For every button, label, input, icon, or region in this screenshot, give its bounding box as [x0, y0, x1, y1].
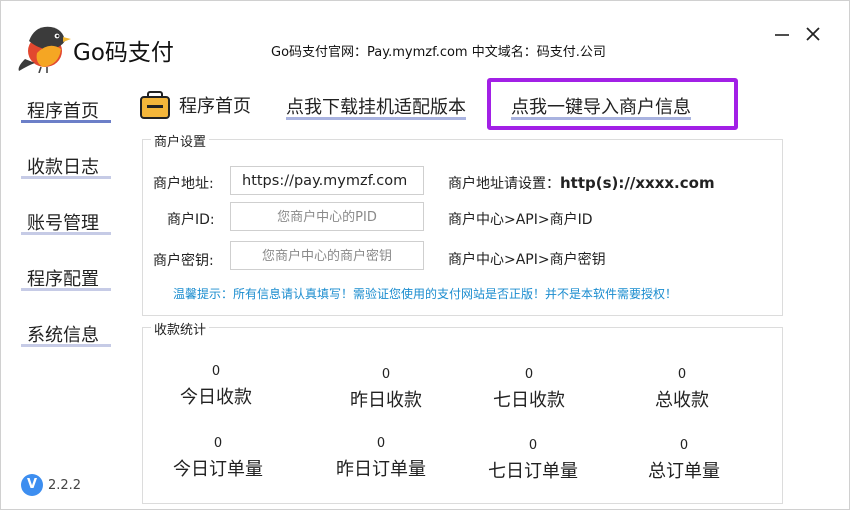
- address-hint-prefix: 商户地址请设置：: [448, 176, 560, 192]
- merchant-settings-group: 商户设置 商户地址: 商户地址请设置：http(s)://xxxx.com 商户…: [142, 131, 783, 316]
- merchant-id-hint: 商户中心>API>商户ID: [448, 212, 593, 228]
- tab-import-merchant[interactable]: 点我一键导入商户信息: [511, 89, 691, 120]
- stat-value: 0: [528, 438, 538, 453]
- stat-value: 0: [679, 438, 689, 453]
- stat-yesterday-amount: 0 昨日收款: [331, 367, 441, 412]
- stat-seven-day-amount: 0 七日收款: [474, 367, 584, 412]
- stat-value: 0: [213, 436, 223, 451]
- merchant-id-label: 商户ID:: [167, 212, 215, 228]
- merchant-address-input[interactable]: [230, 166, 424, 195]
- stat-value: 0: [677, 367, 687, 382]
- stat-label: 昨日收款: [350, 390, 422, 411]
- sidebar-item-system-info[interactable]: 系统信息: [21, 311, 111, 347]
- notice-text: 温馨提示：所有信息请认真填写！需验证您使用的支付网站是否正版！并不是本软件需要授…: [173, 287, 678, 301]
- stat-label: 今日订单量: [173, 459, 263, 480]
- stat-label: 总订单量: [648, 461, 720, 482]
- sidebar-item-account-management[interactable]: 账号管理: [21, 199, 111, 235]
- close-icon[interactable]: [800, 21, 826, 47]
- briefcase-icon: [140, 91, 170, 119]
- stat-label: 七日订单量: [488, 461, 578, 482]
- stat-today-orders: 0 今日订单量: [163, 436, 273, 481]
- payment-stats-title: 收款统计: [151, 319, 210, 338]
- version-badge: V: [21, 474, 43, 496]
- stat-label: 总收款: [655, 390, 709, 411]
- address-hint-format: http(s)://xxxx.com: [560, 174, 715, 192]
- app-title: Go码支付: [73, 40, 174, 66]
- stat-label: 昨日订单量: [336, 459, 426, 480]
- stat-value: 0: [524, 367, 534, 382]
- tab-download[interactable]: 点我下载挂机适配版本: [286, 89, 466, 120]
- merchant-id-input[interactable]: [230, 202, 424, 231]
- merchant-key-input[interactable]: [230, 241, 424, 270]
- tab-home-label: 程序首页: [179, 96, 251, 117]
- tab-home[interactable]: 程序首页: [139, 89, 251, 121]
- bird-logo-icon: [18, 26, 71, 73]
- stat-yesterday-orders: 0 昨日订单量: [326, 436, 436, 481]
- merchant-settings-title: 商户设置: [151, 131, 210, 150]
- stat-value: 0: [376, 436, 386, 451]
- app-window: Go码支付 Go码支付官网：Pay.mymzf.com 中文域名：码支付.公司 …: [0, 0, 850, 510]
- merchant-key-label: 商户密钥:: [153, 253, 214, 269]
- version-info: V 2.2.2: [21, 474, 81, 496]
- stat-value: 0: [381, 367, 391, 382]
- merchant-key-hint: 商户中心>API>商户密钥: [448, 252, 606, 268]
- stat-value: 0: [211, 364, 221, 379]
- stat-total-amount: 0 总收款: [627, 367, 737, 412]
- stat-total-orders: 0 总订单量: [629, 438, 739, 483]
- stat-label: 七日收款: [493, 390, 565, 411]
- minimize-icon[interactable]: [769, 21, 795, 47]
- version-number: 2.2.2: [48, 477, 82, 493]
- merchant-address-hint: 商户地址请设置：http(s)://xxxx.com: [448, 173, 715, 193]
- stat-label: 今日收款: [180, 387, 252, 408]
- payment-stats-group: 收款统计 0 今日收款 0 昨日收款 0 七日收款 0 总收款 0 今日订单量 …: [142, 319, 783, 504]
- sidebar-item-program-config[interactable]: 程序配置: [21, 255, 111, 291]
- stat-seven-day-orders: 0 七日订单量: [478, 438, 588, 483]
- stat-today-amount: 0 今日收款: [161, 364, 271, 409]
- sidebar-item-home[interactable]: 程序首页: [21, 87, 111, 123]
- sidebar-item-payment-log[interactable]: 收款日志: [21, 143, 111, 179]
- site-info: Go码支付官网：Pay.mymzf.com 中文域名：码支付.公司: [271, 45, 606, 60]
- merchant-address-label: 商户地址:: [153, 176, 214, 192]
